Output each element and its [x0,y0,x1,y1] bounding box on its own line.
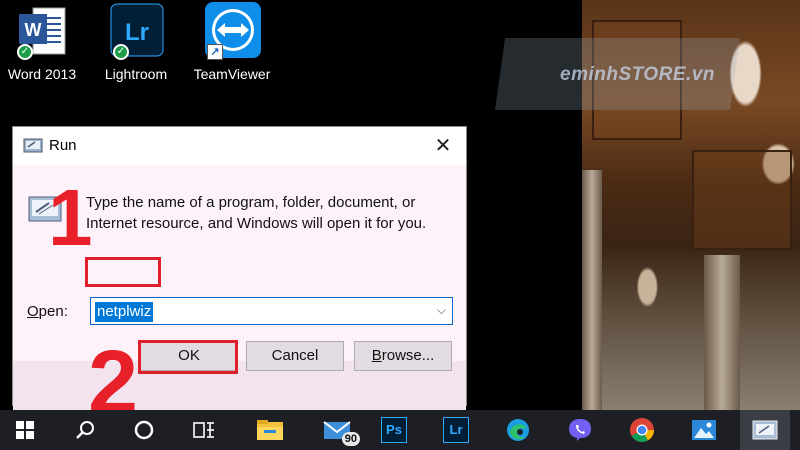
sync-check-icon: ✓ [113,44,129,60]
desktop-icon-word[interactable]: W ✓ Word 2013 [0,2,88,82]
photoshop-icon: Ps [381,417,407,443]
search-icon [76,421,94,439]
chevron-down-icon[interactable]: ⌵ [437,303,446,318]
windows-start-icon [16,421,34,439]
task-view-icon [193,422,214,438]
svg-text:Lr: Lr [125,19,149,46]
run-icon [752,420,778,440]
close-button[interactable]: ✕ [420,127,466,165]
lightroom-taskbar-button[interactable]: Lr [434,410,478,450]
word-icon: W ✓ [13,2,71,60]
close-icon: ✕ [434,135,452,157]
desktop-icon-label: Lightroom [104,66,168,82]
svg-text:W: W [25,20,42,40]
viber-icon [569,419,591,441]
file-explorer-button[interactable] [248,410,292,450]
teamviewer-icon: ↗ [203,2,261,60]
photoshop-text: Ps [386,422,402,437]
photos-icon [692,420,716,440]
run-icon [23,138,43,153]
cortana-icon [134,420,154,440]
lightroom-icon: Lr ✓ [107,2,165,60]
highlight-ok-button [138,340,238,374]
search-button[interactable] [63,410,107,450]
wallpaper-pillar [704,255,740,410]
viber-button[interactable] [558,410,602,450]
task-view-button[interactable] [182,410,226,450]
open-input-value[interactable]: netplwiz [95,302,154,322]
run-dialog: Run ✕ Type the name of a program, folder… [12,126,467,445]
edge-button[interactable] [496,410,540,450]
browse-button[interactable]: Browse... [354,341,452,371]
dialog-title: Run [49,137,77,154]
start-button[interactable] [3,410,47,450]
lightroom-icon: Lr [443,417,469,443]
title-bar[interactable]: Run ✕ [13,127,466,165]
file-explorer-icon [257,420,283,440]
open-label: Open: [27,303,68,320]
mail-button[interactable]: 90 [312,410,362,450]
wallpaper-pillar [582,170,602,410]
open-combobox[interactable]: netplwiz ⌵ [90,297,453,325]
cancel-button[interactable]: Cancel [246,341,344,371]
chrome-button[interactable] [620,410,664,450]
chrome-icon [630,418,654,443]
desktop-icon-teamviewer[interactable]: ↗ TeamViewer [186,2,278,82]
lightroom-text: Lr [449,422,463,437]
step-number-1: 1 [48,173,93,262]
shortcut-arrow-icon: ↗ [207,44,223,60]
highlight-open-field [85,257,161,287]
sync-check-icon: ✓ [17,44,33,60]
desktop-icon-label: TeamViewer [193,66,271,82]
run-taskbar-button[interactable] [740,410,790,450]
photos-button[interactable] [682,410,726,450]
photoshop-button[interactable]: Ps [372,410,416,450]
desktop-icon-lightroom[interactable]: Lr ✓ Lightroom [90,2,182,82]
edge-icon [507,419,529,441]
dialog-description: Type the name of a program, folder, docu… [86,194,427,232]
mail-badge: 90 [341,432,360,446]
watermark-text: eminhSTORE.vn [560,64,716,85]
wallpaper-panel [692,150,792,250]
desktop-icon-label: Word 2013 [7,66,77,82]
cortana-button[interactable] [122,410,166,450]
